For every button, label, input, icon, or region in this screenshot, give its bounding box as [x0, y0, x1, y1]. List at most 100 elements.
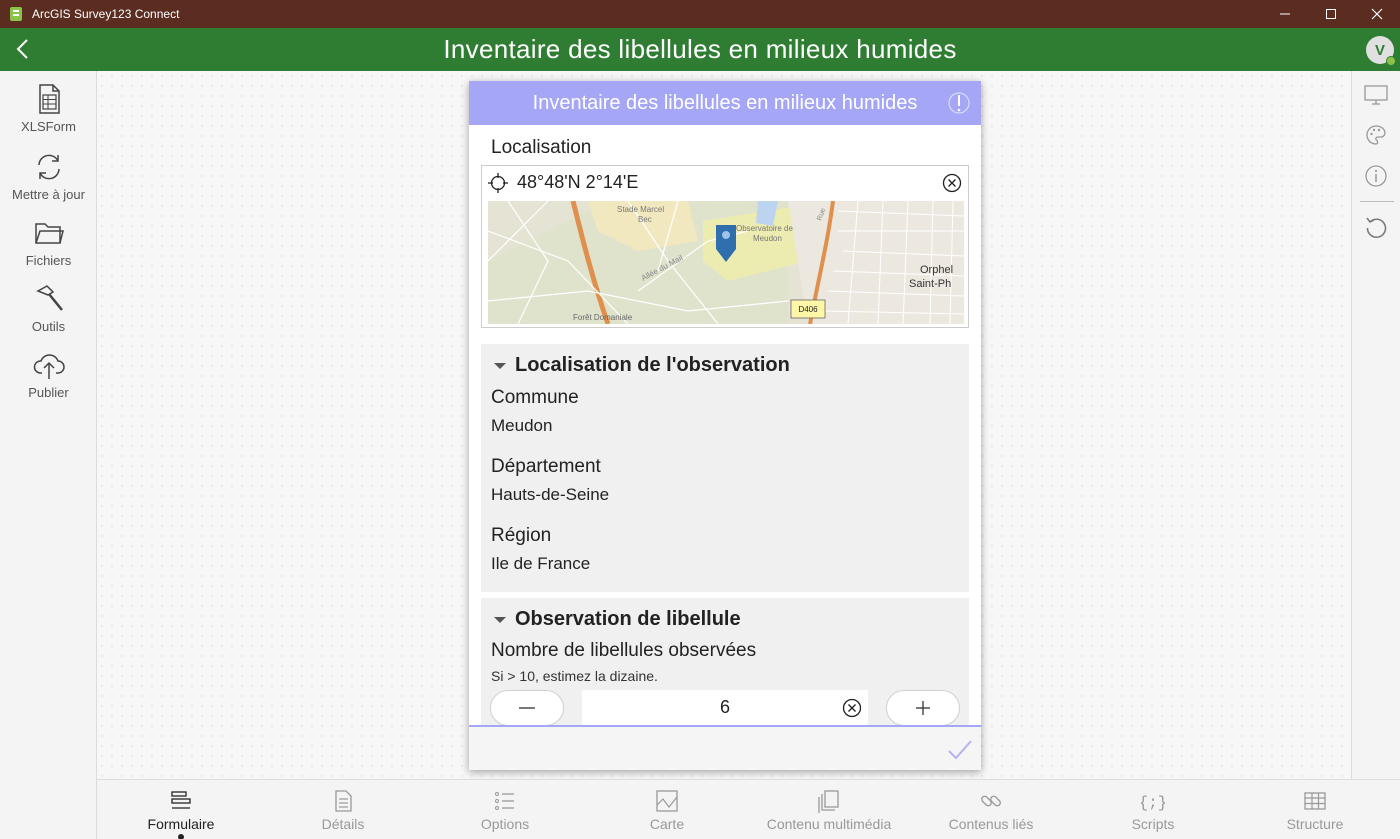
map-label-orphel: Orphel — [920, 264, 953, 276]
undo-icon[interactable] — [1364, 215, 1388, 239]
group-header[interactable]: Observation de libellule — [493, 608, 741, 631]
location-map[interactable]: Stade Marcel Bec Observatoire de Meudon … — [488, 201, 964, 324]
app-header: Inventaire des libellules en milieux hum… — [0, 28, 1400, 71]
tab-carte[interactable]: Carte — [586, 780, 748, 839]
increment-button[interactable] — [886, 690, 960, 726]
group-title: Localisation de l'observation — [515, 354, 790, 376]
field-hint-count: Si > 10, estimez la dizaine. — [491, 668, 658, 684]
link-icon — [981, 795, 1001, 807]
sidebar-item-label: XLSForm — [21, 119, 76, 134]
alert-icon[interactable] — [947, 91, 971, 115]
map-label-road: D406 — [798, 305, 818, 314]
spreadsheet-icon — [38, 84, 60, 114]
info-icon[interactable] — [1364, 164, 1388, 188]
table-icon — [1304, 792, 1326, 810]
form-title: Inventaire des libellules en milieux hum… — [532, 91, 918, 114]
tab-structure[interactable]: Structure — [1234, 780, 1396, 839]
crosshair-icon[interactable] — [488, 173, 508, 193]
tab-label: Options — [480, 816, 530, 832]
location-field[interactable]: 48°48'N 2°14'E Stade Marcel Bec Observat… — [481, 165, 969, 328]
back-arrow-icon — [16, 39, 28, 59]
map-label-stade-line2: Bec — [638, 215, 652, 224]
refresh-icon — [37, 154, 60, 180]
tab-media[interactable]: Contenu multimédia — [748, 780, 910, 839]
minus-icon — [519, 707, 535, 709]
hammer-icon — [35, 285, 63, 311]
sidebar-item-label: Mettre à jour — [12, 187, 85, 202]
group-location-observation: Localisation de l'observation Commune Me… — [481, 344, 969, 592]
clear-count-icon[interactable] — [842, 698, 862, 718]
sidebar-item-tools[interactable]: Outils — [0, 283, 97, 345]
tab-label: Formulaire — [147, 816, 215, 832]
tab-scripts[interactable]: {;} Scripts — [1072, 780, 1234, 839]
tab-label: Contenus liés — [948, 816, 1034, 832]
count-value: 6 — [719, 697, 730, 717]
tab-label: Structure — [1286, 816, 1344, 832]
options-list-icon — [495, 792, 514, 810]
caret-down-icon — [494, 616, 506, 623]
location-coordinates-row: 48°48'N 2°14'E — [482, 166, 968, 200]
field-value-commune: Meudon — [491, 416, 553, 435]
survey123-app-icon — [10, 7, 22, 21]
sidebar-item-label: Publier — [28, 385, 69, 400]
monitor-icon[interactable] — [1364, 83, 1388, 107]
tab-linked-content[interactable]: Contenus liés — [910, 780, 1072, 839]
right-sidebar-divider — [1360, 201, 1394, 202]
field-label-region: Région — [491, 525, 552, 546]
form-preview: Inventaire des libellules en milieux hum… — [469, 81, 981, 770]
scripts-icon: {;} — [1141, 794, 1165, 812]
sidebar-item-publish[interactable]: Publier — [0, 349, 97, 411]
sidebar-item-label: Fichiers — [25, 253, 72, 268]
sidebar-item-update[interactable]: Mettre à jour — [0, 151, 97, 213]
count-input[interactable]: 6 — [582, 690, 868, 726]
tab-label: Scripts — [1131, 816, 1175, 832]
avatar-initial: V — [1374, 41, 1385, 59]
location-coordinates: 48°48'N 2°14'E — [517, 172, 639, 192]
sidebar-item-xlsform[interactable]: XLSForm — [0, 83, 97, 145]
clear-location-icon[interactable] — [942, 173, 962, 193]
form-icon — [171, 791, 191, 809]
map-label-stade: Stade Marcel — [617, 205, 664, 214]
location-label: Localisation — [491, 137, 592, 158]
group-title: Observation de libellule — [515, 608, 741, 630]
maximize-icon — [1326, 9, 1336, 19]
group-dragonfly-observation: Observation de libellule Nombre de libel… — [481, 598, 969, 738]
plus-icon — [916, 701, 930, 715]
sidebar-item-files[interactable]: Fichiers — [0, 217, 97, 279]
left-sidebar: XLSForm Mettre à jour Fichiers Outils Pu… — [0, 71, 97, 839]
form-header: Inventaire des libellules en milieux hum… — [469, 81, 981, 125]
caret-down-icon — [494, 362, 506, 369]
decrement-button[interactable] — [490, 690, 564, 726]
tab-label: Carte — [649, 816, 685, 832]
tab-options[interactable]: Options — [424, 780, 586, 839]
maximize-button[interactable] — [1308, 0, 1354, 28]
header-title: Inventaire des libellules en milieux hum… — [443, 34, 957, 64]
group-header[interactable]: Localisation de l'observation — [493, 354, 790, 377]
cloud-upload-icon — [33, 354, 65, 379]
tab-formulaire[interactable]: Formulaire — [100, 780, 262, 839]
user-avatar[interactable]: V — [1366, 36, 1396, 66]
tab-details[interactable]: Détails — [262, 780, 424, 839]
window-controls — [1262, 0, 1400, 28]
form-footer — [469, 725, 981, 770]
online-status-dot — [1386, 56, 1396, 66]
map-label-saint: Saint-Ph — [909, 278, 951, 290]
active-tab-indicator — [178, 834, 184, 839]
field-label-commune: Commune — [491, 387, 579, 408]
map-label-foret: Forêt Domaniale — [573, 313, 633, 322]
submit-check-icon[interactable] — [947, 737, 973, 761]
right-sidebar — [1351, 71, 1400, 779]
bottom-tab-bar: Formulaire Détails Options Carte Contenu… — [97, 779, 1400, 839]
details-icon — [335, 790, 352, 812]
back-button[interactable] — [8, 34, 38, 64]
tab-label: Détails — [321, 816, 365, 832]
palette-icon[interactable] — [1364, 123, 1388, 147]
field-value-region: Ile de France — [491, 554, 591, 573]
window-titlebar: ArcGIS Survey123 Connect — [0, 0, 1400, 28]
map-label-observatoire: Observatoire de — [736, 224, 793, 233]
minimize-button[interactable] — [1262, 0, 1308, 28]
close-icon — [1371, 8, 1383, 20]
sidebar-item-label: Outils — [31, 319, 66, 334]
tab-label: Contenu multimédia — [766, 816, 892, 832]
close-window-button[interactable] — [1354, 0, 1400, 28]
